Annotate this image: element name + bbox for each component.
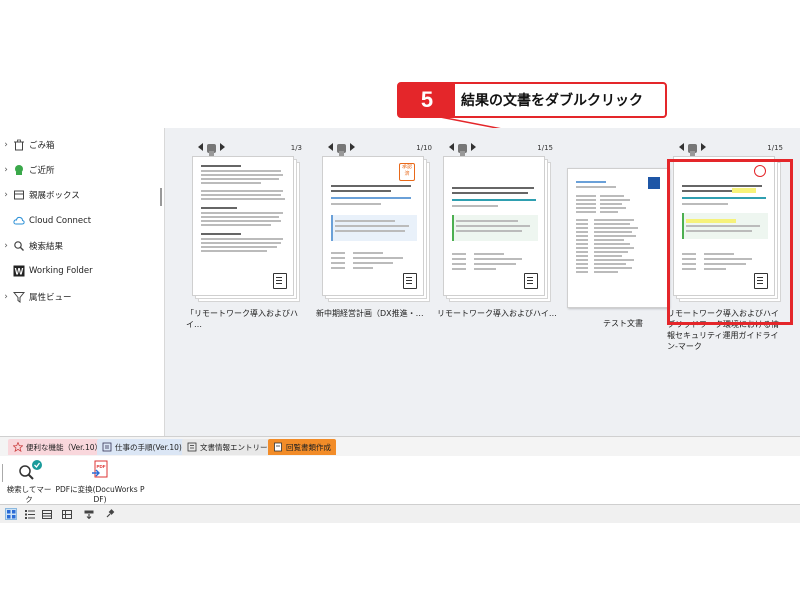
folder-tree-sidebar: › ごみ箱 › ご近所 › 親展ボックス Cloud Connect › 検索結… xyxy=(0,128,165,436)
page-preview: 承認済 xyxy=(322,156,424,296)
docuworks-desk-window: › ごみ箱 › ご近所 › 親展ボックス Cloud Connect › 検索結… xyxy=(0,128,800,523)
document-type-icon xyxy=(403,273,417,289)
star-icon xyxy=(13,442,23,452)
list-view-button[interactable] xyxy=(24,508,36,520)
page-count: 1/15 xyxy=(537,144,553,152)
entry-icon xyxy=(187,442,197,452)
clip-icon xyxy=(328,143,355,156)
sidebar-item-label: ごみ箱 xyxy=(29,141,55,151)
instruction-callout: 5 結果の文書をダブルクリック xyxy=(397,82,667,118)
convert-to-pdf-button[interactable]: PDF PDFに変換(DocuWorks P DF) xyxy=(54,458,146,505)
clip-icon xyxy=(198,143,225,156)
arrange-icon xyxy=(84,510,94,519)
pin-button[interactable] xyxy=(104,508,116,520)
search-mark-icon xyxy=(19,460,42,480)
page-preview xyxy=(443,156,545,296)
approval-stamp: 承認済 xyxy=(399,163,415,181)
trash-icon xyxy=(12,138,26,152)
pdf-convert-icon: PDF xyxy=(92,460,108,478)
document-name: 新中期経営計画（DX推進・… xyxy=(316,309,424,318)
document-name: 「リモートワーク導入およびハイ… xyxy=(186,309,298,329)
arrange-button[interactable] xyxy=(83,508,95,520)
sidebar-item-confidential-box[interactable]: › 親展ボックス xyxy=(0,184,164,206)
pin-icon xyxy=(106,509,115,518)
page-preview xyxy=(567,168,669,308)
search-icon xyxy=(12,239,26,253)
clip-icon xyxy=(679,143,706,156)
search-and-mark-button[interactable]: 検索してマーク xyxy=(6,458,52,505)
document-type-icon xyxy=(273,273,287,289)
list-icon xyxy=(25,509,35,519)
sidebar-item-label: 親展ボックス xyxy=(29,191,80,201)
tab-circulation-documents[interactable]: 回覧書類作成 xyxy=(268,439,336,455)
tab-label: 仕事の手順(Ver.10) xyxy=(115,442,182,452)
ribbon-separator xyxy=(2,464,3,482)
page-count: 1/15 xyxy=(767,144,783,152)
sidebar-item-attribute-view[interactable]: › 属性ビュー xyxy=(0,286,164,308)
tab-useful-features[interactable]: 便利な機能（Ver.10） xyxy=(8,439,107,455)
sidebar-item-neighbors[interactable]: › ご近所 xyxy=(0,159,164,181)
cloud-icon xyxy=(12,214,26,228)
tab-label: 回覧書類作成 xyxy=(286,442,331,452)
sidebar-item-label: 検索結果 xyxy=(29,242,64,252)
tab-work-procedure[interactable]: 仕事の手順(Ver.10) xyxy=(97,439,187,455)
view-mode-bar xyxy=(0,504,800,523)
detail-view-button[interactable] xyxy=(41,508,53,520)
chevron-right-icon[interactable]: › xyxy=(0,292,12,302)
tab-label: 文書情報エントリー xyxy=(200,442,268,452)
chevron-right-icon[interactable]: › xyxy=(0,140,12,150)
sidebar-item-working-folder[interactable]: W Working Folder xyxy=(0,260,164,282)
procedure-icon xyxy=(102,442,112,452)
page-count: 1/3 xyxy=(290,144,302,152)
svg-text:W: W xyxy=(15,267,24,277)
table-view-button[interactable] xyxy=(61,508,73,520)
working-folder-icon: W xyxy=(12,264,26,278)
chevron-right-icon[interactable]: › xyxy=(0,190,12,200)
sidebar-item-label: 属性ビュー xyxy=(29,293,72,303)
clip-icon xyxy=(449,143,476,156)
sidebar-item-search-results[interactable]: › 検索結果 xyxy=(0,235,164,257)
sidebar-item-cloud-connect[interactable]: Cloud Connect xyxy=(0,210,164,232)
instruction-text: 結果の文書をダブルクリック xyxy=(461,93,643,109)
sidebar-item-trash[interactable]: › ごみ箱 xyxy=(0,134,164,156)
neighbors-icon xyxy=(12,163,26,177)
document-name: リモートワーク導入およびハイ… xyxy=(437,309,557,318)
page-preview xyxy=(192,156,294,296)
sidebar-item-label: Cloud Connect xyxy=(29,216,92,226)
step-number: 5 xyxy=(399,84,455,116)
document-type-icon xyxy=(524,273,538,289)
table-icon xyxy=(62,509,72,519)
chevron-right-icon[interactable]: › xyxy=(0,165,12,175)
button-label-line1: PDFに変換(DocuWorks P xyxy=(55,485,145,494)
filter-icon xyxy=(12,290,26,304)
chevron-right-icon[interactable]: › xyxy=(0,241,12,251)
tab-label: 便利な機能（Ver.10） xyxy=(26,442,102,452)
sidebar-scrollbar[interactable] xyxy=(160,188,162,206)
sidebar-item-label: Working Folder xyxy=(29,266,93,276)
circulation-icon xyxy=(273,442,283,452)
ribbon-panel: 検索してマーク PDF PDFに変換(DocuWorks P DF) xyxy=(0,456,800,505)
thumbnail-view-button[interactable] xyxy=(5,508,17,520)
grid-icon xyxy=(6,509,15,518)
selection-highlight xyxy=(667,159,793,325)
tab-document-info-entry[interactable]: 文書情報エントリー xyxy=(182,439,273,455)
detail-list-icon xyxy=(42,509,52,519)
button-label: 検索してマーク xyxy=(6,485,52,504)
ribbon-tab-bar: 便利な機能（Ver.10） 仕事の手順(Ver.10) 文書情報エントリー 回覧… xyxy=(0,436,800,457)
document-workspace: 1/3 「リモートワーク導入およびハイ… 1/10 承認済 新中期経営計画（DX… xyxy=(165,128,800,436)
confidential-box-icon xyxy=(12,188,26,202)
page-count: 1/10 xyxy=(416,144,432,152)
svg-text:PDF: PDF xyxy=(97,464,106,469)
sidebar-item-label: ご近所 xyxy=(29,166,55,176)
